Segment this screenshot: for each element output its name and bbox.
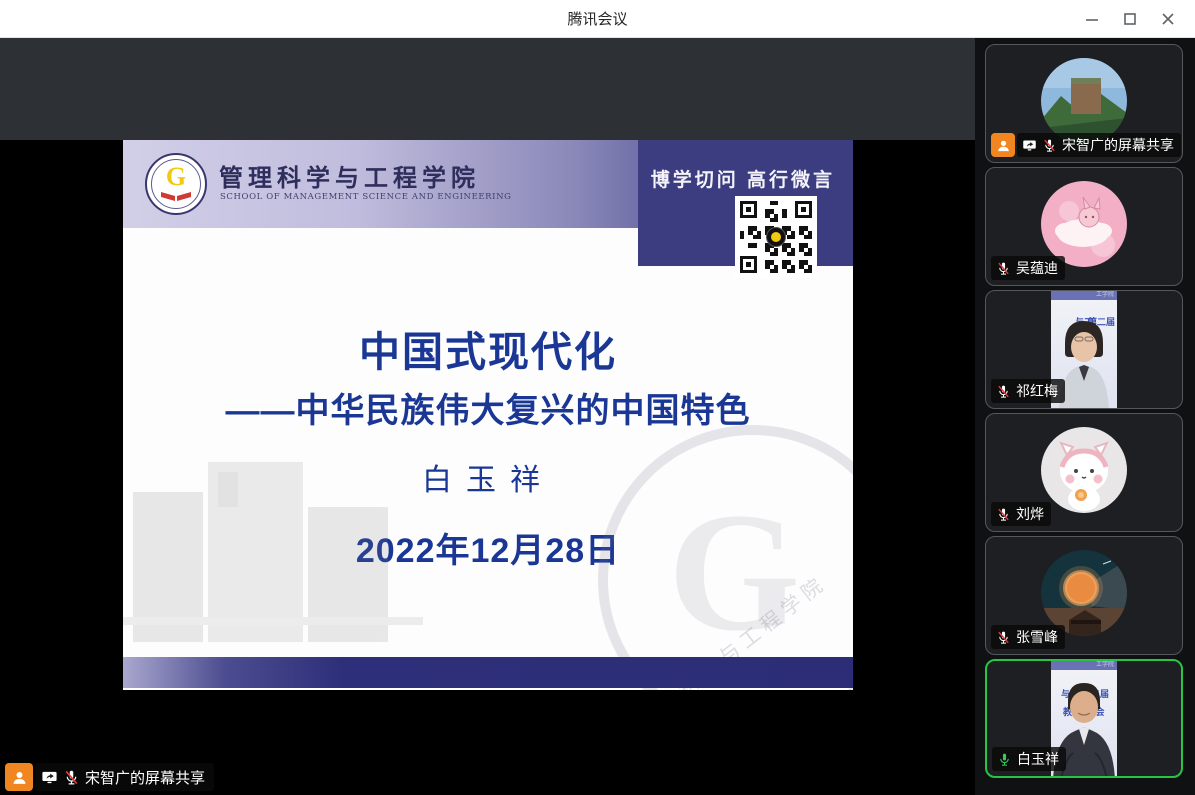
close-button[interactable] (1149, 0, 1187, 38)
participant-name: 刘烨 (1016, 504, 1044, 524)
school-name-en: SCHOOL OF MANAGEMENT SCIENCE AND ENGINEE… (220, 192, 512, 202)
window-controls (1073, 0, 1187, 38)
participant-name: 祁红梅 (1016, 381, 1058, 401)
presentation-slide: G 管理科学与工程学院 SCHOOL OF MANAGEMENT SCIENCE… (123, 140, 853, 690)
tencent-meeting-window: 腾讯会议 G (0, 0, 1195, 795)
building-watermark (123, 452, 423, 657)
participant-name: 白玉祥 (1017, 749, 1059, 769)
participants-sidebar: 宋智广的屏幕共享 (975, 38, 1195, 795)
qr-code (735, 196, 817, 278)
maximize-button[interactable] (1111, 0, 1149, 38)
participant-name: 吴蕴迪 (1016, 258, 1058, 278)
mic-muted-icon (996, 630, 1011, 645)
minimize-icon (1085, 12, 1099, 26)
logo-book-icon (160, 190, 192, 202)
close-icon (1161, 12, 1175, 26)
participant-tile-wu-yundi[interactable]: 吴蕴迪 (985, 167, 1183, 286)
participant-tile-bai-yuxiang[interactable]: 工学院 与工 二届 教职 会 (985, 659, 1183, 778)
share-banner-label: 宋智广的屏幕共享 (85, 767, 205, 788)
host-badge-icon (5, 763, 33, 791)
screen-share-icon (41, 769, 58, 786)
participant-tile-liu-ye[interactable]: 刘烨 (985, 413, 1183, 532)
shared-screen-stage: G 管理科学与工程学院 SCHOOL OF MANAGEMENT SCIENCE… (0, 38, 975, 795)
school-motto: 博学切问 高行微言 (651, 165, 835, 192)
participant-tile-song-zhiguang[interactable]: 宋智广的屏幕共享 (985, 44, 1183, 163)
school-logo: G (145, 153, 207, 215)
mountain-avatar-image (1041, 58, 1127, 144)
host-badge-icon (991, 133, 1015, 157)
screen-share-icon (1022, 138, 1037, 153)
cartoon-kitten-avatar-image (1041, 427, 1127, 513)
qr-center-logo (766, 227, 786, 247)
school-name-cn: 管理科学与工程学院 (219, 158, 480, 193)
mic-muted-icon (996, 261, 1011, 276)
participant-name: 张雪峰 (1016, 627, 1058, 647)
shared-screen-top-strip (0, 38, 975, 140)
participant-tile-zhang-xuefeng[interactable]: 张雪峰 (985, 536, 1183, 655)
window-title: 腾讯会议 (567, 8, 627, 29)
mic-muted-icon (996, 384, 1011, 399)
screen-share-banner: 宋智广的屏幕共享 (5, 763, 214, 791)
participant-tile-qi-hongmei[interactable]: 工学院 与工 第二届 会 (985, 290, 1183, 409)
slide-title: 中国式现代化 (123, 318, 853, 378)
mic-muted-icon (1042, 138, 1057, 153)
mic-muted-icon (63, 769, 80, 786)
participant-name: 宋智广的屏幕共享 (1062, 135, 1174, 155)
minimize-button[interactable] (1073, 0, 1111, 38)
slide-footer-band (123, 657, 853, 688)
mic-active-icon (997, 752, 1012, 767)
mic-muted-icon (996, 507, 1011, 522)
moon-desert-avatar-image (1041, 550, 1127, 636)
pink-rabbit-avatar-image (1041, 181, 1127, 267)
maximize-icon (1123, 12, 1137, 26)
titlebar: 腾讯会议 (0, 0, 1195, 38)
